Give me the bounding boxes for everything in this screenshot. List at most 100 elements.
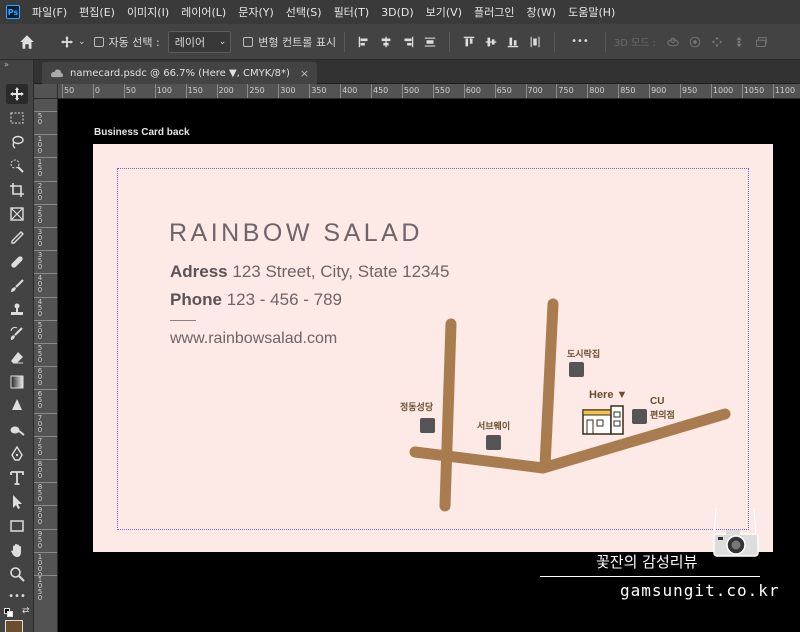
default-colors-icon[interactable] [4,608,14,618]
ruler-label: 750 [37,436,43,457]
map-marker-subway [486,435,501,450]
distribute-vertical-icon[interactable] [527,35,543,49]
building-icon [582,405,624,435]
eyedropper-tool-button[interactable] [6,228,28,248]
edit-toolbar-button[interactable]: ••• [6,586,28,606]
dodge-tool-button[interactable] [6,420,28,440]
map-label-lunchbox: 도시락집 [567,349,601,359]
map-road-main [409,408,731,474]
close-tab-icon[interactable]: × [300,67,309,80]
ruler-origin[interactable] [34,84,58,99]
align-middle-icon[interactable] [483,35,499,49]
align-top-icon[interactable] [461,35,477,49]
auto-select-checkbox[interactable] [93,36,104,47]
ruler-tick [278,84,280,98]
watermark-divider [540,576,760,577]
ruler-tick [62,84,63,98]
clone-stamp-tool-button[interactable] [6,300,28,320]
move-tool-button[interactable] [6,84,28,104]
ruler-label: 1100 [774,86,796,95]
quick-selection-tool-button[interactable] [6,156,28,176]
path-selection-tool-button[interactable] [6,492,28,512]
pen-tool-button[interactable] [6,444,28,464]
history-brush-tool-button[interactable] [6,324,28,344]
3d-orbit-icon[interactable] [665,35,681,49]
3d-pan-icon[interactable] [709,35,725,49]
eraser-tool-button[interactable] [6,348,28,368]
marquee-tool-button[interactable] [6,108,28,128]
ruler-tick [649,84,651,98]
menu-select[interactable]: 선택(S) [280,4,328,20]
foreground-color-swatch[interactable] [5,620,23,632]
pen-icon [11,446,23,461]
map-marker-lunchbox [569,362,584,377]
map-label-subway: 서브웨이 [477,421,511,431]
distribute-horizontal-icon[interactable] [422,35,438,49]
ruler-label: 400 [37,274,43,295]
align-left-icon[interactable] [356,35,372,49]
menu-filter[interactable]: 필터(T) [328,4,376,20]
align-center-icon[interactable] [378,35,394,49]
ruler-label: 350 [311,86,327,95]
menu-type[interactable]: 문자(Y) [232,4,280,20]
zoom-tool-button[interactable] [6,564,28,584]
business-card-artboard[interactable]: RAINBOW SALAD Adress 123 Street, City, S… [93,144,773,552]
hand-tool-button[interactable] [6,540,28,560]
history-brush-icon [10,326,23,340]
ruler-label: 600 [37,367,43,388]
home-icon[interactable] [18,33,36,51]
swap-colors-icon[interactable]: ⇄ [22,606,30,616]
ruler-label: 1050 [37,576,43,602]
crop-tool-button[interactable] [6,180,28,200]
menu-file[interactable]: 파일(F) [26,4,73,20]
chevron-down-icon[interactable]: ⌄ [78,37,86,47]
ruler-tick [92,84,94,98]
gradient-tool-button[interactable] [6,372,28,392]
ruler-label: 300 [37,228,43,248]
menu-plugins[interactable]: 플러그인 [468,4,520,20]
frame-tool-button[interactable] [6,204,28,224]
align-right-icon[interactable] [400,35,416,49]
healing-brush-tool-button[interactable] [6,252,28,272]
ruler-label: 950 [682,86,698,95]
ruler-tick [587,84,589,98]
ruler-label: 250 [249,86,265,95]
menu-3d[interactable]: 3D(D) [375,6,420,19]
menu-edit[interactable]: 편집(E) [73,4,121,20]
artboard-label[interactable]: Business Card back [94,127,190,138]
transform-controls-checkbox[interactable] [243,36,254,47]
3d-scale-icon[interactable] [753,35,769,49]
menu-view[interactable]: 보기(V) [420,4,468,20]
vertical-ruler[interactable]: 50 100 150 200 250 300 350 400 450 500 550 600 650 70… [34,99,58,632]
auto-select-dropdown[interactable]: 레이어 ⌄ [167,30,232,53]
lasso-tool-button[interactable] [6,132,28,152]
auto-select-value: 레이어 [174,35,206,49]
move-tool-icon[interactable] [59,35,75,49]
3d-slide-icon[interactable] [731,35,747,49]
map-label-cathedral: 정동성당 [400,402,434,412]
ruler-label: 650 [37,390,43,411]
horizontal-ruler[interactable]: 50 0 50 100 150 200 250 300 350 400 450 500 550 600 65… [58,84,800,99]
location-map[interactable] [93,144,773,552]
brush-tool-button[interactable] [6,276,28,296]
blur-tool-button[interactable] [6,396,28,416]
document-tab[interactable]: namecard.psdc @ 66.7% (Here ▼, CMYK/8*) … [42,62,318,84]
ruler-tick [247,84,249,98]
watermark-url: gamsungit.co.kr [620,581,780,600]
menu-window[interactable]: 창(W) [520,4,562,20]
ruler-label: 100 [156,86,172,95]
document-tab-title: namecard.psdc @ 66.7% (Here ▼, CMYK/8*) [70,67,290,79]
type-icon [10,471,24,485]
more-options-button[interactable]: ••• [571,36,589,47]
quick-selection-icon [10,159,24,173]
map-road-left-vertical [439,318,457,512]
menu-image[interactable]: 이미지(I) [121,4,175,20]
ruler-label: 550 [434,86,451,95]
3d-roll-icon[interactable] [687,35,703,49]
rectangle-tool-button[interactable] [6,516,28,536]
menu-help[interactable]: 도움말(H) [562,4,621,20]
collapse-panel-icon[interactable]: » [4,60,9,69]
menu-layer[interactable]: 레이어(L) [175,4,232,20]
type-tool-button[interactable] [6,468,28,488]
align-bottom-icon[interactable] [505,35,521,49]
